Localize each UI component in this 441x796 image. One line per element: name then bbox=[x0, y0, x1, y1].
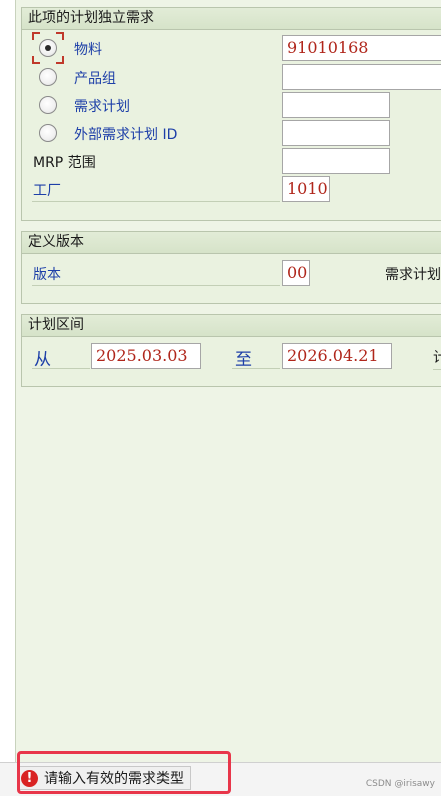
option-product-group-label: 产品组 bbox=[74, 71, 116, 87]
plant-label: 工厂 bbox=[33, 183, 61, 199]
option-demand-plan-row: 需求计划 bbox=[22, 92, 441, 118]
option-external-plan-row: 外部需求计划 ID bbox=[22, 120, 441, 146]
req-plan-label: 需求计划 bbox=[385, 267, 441, 283]
mrp-area-row: MRP 范围 bbox=[22, 148, 441, 174]
group-title: 此项的计划独立需求 bbox=[22, 8, 441, 30]
option-product-group-row: 产品组 bbox=[22, 64, 441, 90]
mrp-area-input[interactable] bbox=[282, 148, 390, 174]
to-label: 至 bbox=[235, 350, 252, 370]
group-title: 计划区间 bbox=[22, 315, 441, 337]
option-demand-plan-label: 需求计划 bbox=[74, 99, 130, 115]
trailing-underline bbox=[433, 369, 441, 370]
mrp-area-label: MRP 范围 bbox=[33, 155, 96, 171]
trailing-label: 计 bbox=[433, 350, 441, 366]
radio-external-plan[interactable] bbox=[39, 124, 57, 142]
product-group-input[interactable] bbox=[282, 64, 441, 90]
version-input[interactable]: 00 bbox=[282, 260, 310, 286]
define-version-group: 定义版本 版本 00 需求计划 bbox=[21, 231, 441, 304]
annotation-highlight-box bbox=[17, 751, 231, 794]
to-date-input[interactable]: 2026.04.21 bbox=[282, 343, 392, 369]
radio-demand-plan[interactable] bbox=[39, 96, 57, 114]
radio-material[interactable] bbox=[39, 39, 57, 57]
version-label: 版本 bbox=[33, 267, 61, 283]
to-row: 至 bbox=[232, 343, 280, 370]
external-plan-input[interactable] bbox=[282, 120, 390, 146]
watermark: CSDN @irisawy bbox=[365, 779, 435, 789]
option-material-row: 物料 91010168 bbox=[22, 32, 441, 64]
from-date-input[interactable]: 2025.03.03 bbox=[91, 343, 201, 369]
option-material-label: 物料 bbox=[74, 42, 102, 58]
radio-product-group[interactable] bbox=[39, 68, 57, 86]
planning-interval-group: 计划区间 从 2025.03.03 至 2026.04.21 计 bbox=[21, 314, 441, 387]
option-external-plan-label: 外部需求计划 ID bbox=[74, 127, 178, 143]
from-label: 从 bbox=[34, 350, 51, 370]
demand-plan-input[interactable] bbox=[282, 92, 390, 118]
screen: 此项的计划独立需求 物料 91010168 产品组 需求计划 外部需求计划 ID… bbox=[0, 0, 441, 796]
plant-input[interactable]: 1010 bbox=[282, 176, 330, 202]
independent-requirements-group: 此项的计划独立需求 物料 91010168 产品组 需求计划 外部需求计划 ID… bbox=[21, 7, 441, 221]
plant-row: 工厂 bbox=[32, 176, 280, 202]
main-content: 此项的计划独立需求 物料 91010168 产品组 需求计划 外部需求计划 ID… bbox=[15, 0, 441, 762]
version-row: 版本 bbox=[32, 260, 280, 286]
material-input[interactable]: 91010168 bbox=[282, 35, 441, 61]
from-row: 从 bbox=[32, 343, 90, 370]
group-title: 定义版本 bbox=[22, 232, 441, 254]
